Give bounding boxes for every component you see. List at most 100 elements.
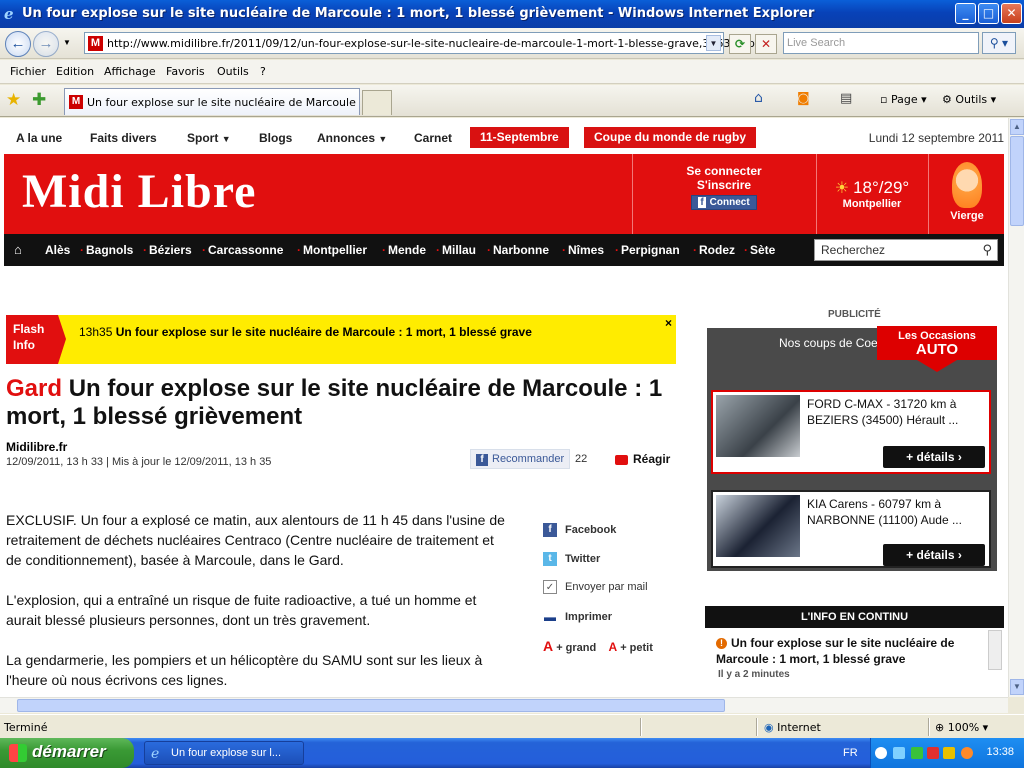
start-button[interactable]: démarrer <box>0 738 134 768</box>
weather-widget[interactable]: ☀ 18°/29° Montpellier <box>822 178 922 210</box>
home-icon[interactable]: ⌂ <box>754 90 763 106</box>
car-details-button[interactable]: + détails › <box>883 446 985 468</box>
car-photo[interactable] <box>716 395 800 457</box>
rss-feed-icon[interactable]: ◙ <box>797 91 810 106</box>
city-mende[interactable]: Mende <box>388 243 426 257</box>
site-search-input[interactable]: Recherchez ⚲ <box>814 239 998 261</box>
tray-app-icon[interactable] <box>911 747 923 759</box>
nav-a-la-une[interactable]: A la une <box>16 131 62 145</box>
font-bigger-button[interactable]: A + grand <box>543 638 596 654</box>
nav-coupe-du-monde-rugby[interactable]: Coupe du monde de rugby <box>584 127 756 148</box>
site-logo[interactable]: Midi Libre <box>22 164 256 219</box>
city-millau[interactable]: Millau <box>442 243 476 257</box>
city-rodez[interactable]: Rodez <box>699 243 735 257</box>
back-button[interactable]: ← <box>5 31 31 57</box>
scroll-down-icon[interactable]: ▼ <box>1010 679 1024 695</box>
page-menu[interactable]: ▫ Page ▾ <box>880 93 927 106</box>
nav-blogs[interactable]: Blogs <box>259 131 292 145</box>
city-perpignan[interactable]: Perpignan <box>621 243 680 257</box>
nav-annonces[interactable]: Annonces ▼ <box>317 131 387 145</box>
login-link[interactable]: Se connecter <box>634 164 814 178</box>
flash-info-banner[interactable]: Flash Info 13h35 Un four explose sur le … <box>6 315 676 364</box>
car-listing[interactable]: KIA Carens - 60797 km à NARBONNE (11100)… <box>711 490 991 568</box>
tray-arrow-icon[interactable] <box>875 747 887 759</box>
home-icon[interactable]: ⌂ <box>14 242 22 257</box>
city-nimes[interactable]: Nîmes <box>568 243 604 257</box>
network-icon[interactable] <box>893 747 905 759</box>
share-twitter[interactable]: t Twitter <box>543 552 600 566</box>
close-icon[interactable]: × <box>665 316 672 330</box>
city-sete[interactable]: Sète <box>750 243 775 257</box>
add-favorite-icon[interactable]: ✚ <box>32 90 46 110</box>
scroll-thumb[interactable] <box>17 699 725 712</box>
live-search-input[interactable]: Live Search <box>783 32 979 54</box>
maximize-button[interactable]: □ <box>978 3 999 24</box>
live-news-scrollbar[interactable] <box>988 630 1002 670</box>
tools-menu[interactable]: ⚙ Outils ▾ <box>942 93 996 106</box>
minimize-button[interactable]: _ <box>955 3 976 24</box>
car-listing[interactable]: FORD C-MAX - 31720 km à BEZIERS (34500) … <box>711 390 991 474</box>
language-indicator[interactable]: FR <box>843 747 858 759</box>
horizontal-scrollbar[interactable] <box>0 697 1008 713</box>
menu-help[interactable]: ? <box>260 65 266 78</box>
account-box: Se connecter S'inscrire f Connect <box>634 164 814 210</box>
menu-affichage[interactable]: Affichage <box>104 65 156 78</box>
window-title-bar[interactable]: e Un four explose sur le site nucléaire … <box>0 0 1024 28</box>
tray-app-icon[interactable] <box>961 747 973 759</box>
city-beziers[interactable]: Béziers <box>149 243 192 257</box>
menu-favoris[interactable]: Favoris <box>166 65 205 78</box>
print-icon[interactable]: ▤ <box>840 91 852 106</box>
zoom-control[interactable]: ⊕ 100% ▾ <box>935 721 988 734</box>
refresh-button[interactable]: ⟳ <box>729 34 751 54</box>
car-description[interactable]: FORD C-MAX - 31720 km à BEZIERS (34500) … <box>807 396 987 428</box>
search-icon[interactable]: ⚲ <box>982 242 992 258</box>
tray-app-icon[interactable] <box>943 747 955 759</box>
article-rubric[interactable]: Gard <box>6 375 62 402</box>
city-narbonne[interactable]: Narbonne <box>493 243 549 257</box>
new-tab-button[interactable] <box>362 90 392 115</box>
favorites-star-icon[interactable]: ★ <box>6 90 21 110</box>
search-go-button[interactable]: ⚲ ▾ <box>982 32 1016 54</box>
address-url[interactable]: http://www.midilibre.fr/2011/09/12/un-fo… <box>107 37 769 50</box>
font-smaller-button[interactable]: A + petit <box>608 640 652 654</box>
nav-faits-divers[interactable]: Faits divers <box>90 131 157 145</box>
city-carcassonne[interactable]: Carcassonne <box>208 243 283 257</box>
close-button[interactable]: ✕ <box>1001 3 1022 24</box>
city-ales[interactable]: Alès <box>45 243 70 257</box>
city-bagnols[interactable]: Bagnols <box>86 243 133 257</box>
facebook-recommend-button[interactable]: f Recommander <box>470 449 571 469</box>
address-dropdown-icon[interactable]: ▼ <box>706 35 721 51</box>
scroll-up-icon[interactable]: ▲ <box>1010 119 1024 135</box>
live-news-item[interactable]: ! Un four explose sur le site nucléaire d… <box>716 635 986 667</box>
vertical-scrollbar[interactable]: ▲ ▼ <box>1008 118 1024 697</box>
nav-11-septembre[interactable]: 11-Septembre <box>470 127 569 148</box>
flash-info-text[interactable]: 13h35 Un four explose sur le site nucléa… <box>79 324 639 341</box>
menu-fichier[interactable]: Fichier <box>10 65 46 78</box>
nav-carnet[interactable]: Carnet <box>414 131 452 145</box>
nav-sport[interactable]: Sport ▼ <box>187 131 231 145</box>
facebook-connect-button[interactable]: f Connect <box>691 195 757 210</box>
react-link[interactable]: Réagir <box>615 452 670 466</box>
horoscope-widget[interactable]: Vierge <box>934 162 1000 222</box>
stop-button[interactable]: ✕ <box>755 34 777 54</box>
menu-edition[interactable]: Edition <box>56 65 94 78</box>
city-montpellier[interactable]: Montpellier <box>303 243 367 257</box>
menu-outils[interactable]: Outils <box>217 65 249 78</box>
globe-icon: ◉ <box>764 721 774 734</box>
scroll-thumb[interactable] <box>1010 136 1024 226</box>
clock[interactable]: 13:38 <box>986 746 1014 758</box>
car-description[interactable]: KIA Carens - 60797 km à NARBONNE (11100)… <box>807 496 987 528</box>
taskbar-item-ie[interactable]: e Un four explose sur l... <box>144 741 304 765</box>
address-bar[interactable]: M http://www.midilibre.fr/2011/09/12/un-… <box>84 32 769 54</box>
car-details-button[interactable]: + détails › <box>883 544 985 566</box>
share-facebook[interactable]: f Facebook <box>543 523 616 537</box>
register-link[interactable]: S'inscrire <box>634 178 814 192</box>
car-photo[interactable] <box>716 495 800 557</box>
tray-app-icon[interactable] <box>927 747 939 759</box>
history-dropdown-icon[interactable]: ▼ <box>63 38 71 47</box>
tab-active[interactable]: M Un four explose sur le site nucléaire … <box>64 88 360 115</box>
share-email[interactable]: ✓ Envoyer par mail <box>543 580 648 594</box>
forward-button[interactable]: → <box>33 31 59 57</box>
print-link[interactable]: ▬ Imprimer <box>543 610 612 624</box>
ad-badge[interactable]: Les Occasions AUTO <box>877 326 997 372</box>
